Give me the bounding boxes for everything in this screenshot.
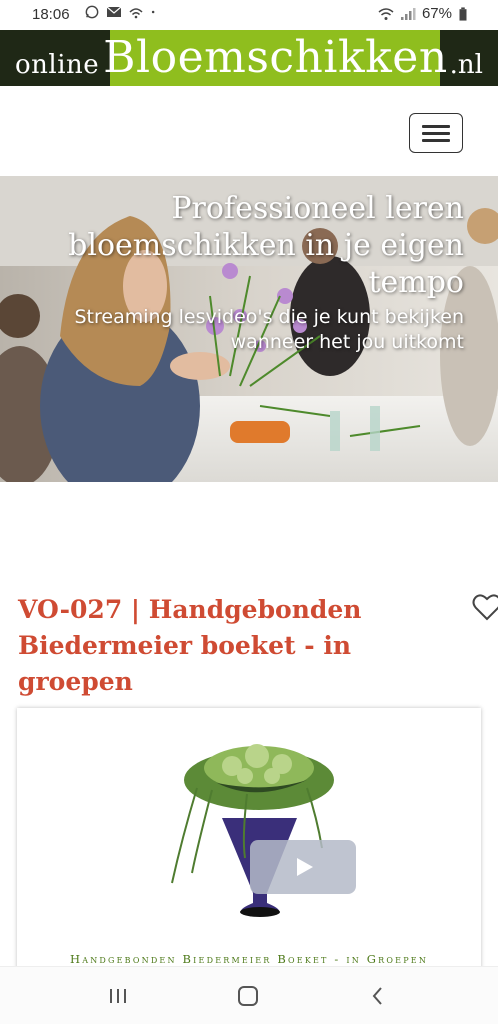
- video-caption: Handgebonden Biedermeier Boeket - in Gro…: [69, 952, 429, 966]
- logo-main: Bloemschikken: [103, 32, 448, 83]
- bouquet-image: [171, 744, 334, 917]
- home-icon[interactable]: [236, 984, 260, 1008]
- video-player[interactable]: Handgebonden Biedermeier Boeket - in Gro…: [17, 708, 481, 978]
- hero-subtitle-line: wanneer het jou uitkomt: [230, 331, 464, 353]
- battery-icon: [459, 6, 467, 21]
- wifi-calling-icon: [129, 8, 143, 19]
- logo-nl: .nl: [449, 50, 483, 80]
- site-logo[interactable]: online Bloemschikken .nl: [0, 30, 498, 86]
- hamburger-menu-icon[interactable]: [409, 113, 463, 153]
- logo-text: online Bloemschikken .nl: [0, 30, 498, 86]
- hero-text: Professioneel leren bloemschikken in je …: [68, 190, 464, 355]
- back-icon[interactable]: [366, 984, 390, 1008]
- status-bar: 18:06 67%: [0, 0, 498, 30]
- android-nav-bar: [0, 966, 498, 1024]
- signal-icon: [400, 7, 416, 20]
- nav-bar: [0, 86, 498, 176]
- battery-percent: 67%: [421, 5, 452, 22]
- hamburger-line: [422, 125, 450, 128]
- hamburger-line: [422, 132, 450, 135]
- hero-subtitle-line: Streaming lesvideo's die je kunt bekijke…: [74, 306, 464, 328]
- hero-title-line: tempo: [368, 265, 464, 300]
- dot-icon: [151, 10, 155, 14]
- product-title: VO-027 | Handgebonden Biedermeier boeket…: [18, 595, 362, 696]
- hero-subtitle: Streaming lesvideo's die je kunt bekijke…: [68, 305, 464, 355]
- logo-online: online: [15, 50, 100, 80]
- mail-icon: [106, 6, 122, 17]
- heart-outline-icon[interactable]: [472, 592, 498, 622]
- whatsapp-icon: [85, 5, 99, 19]
- hero-banner: Professioneel leren bloemschikken in je …: [0, 176, 498, 482]
- notification-icons: [84, 5, 160, 19]
- hero-title: Professioneel leren bloemschikken in je …: [68, 190, 464, 301]
- status-time: 18:06: [32, 6, 70, 23]
- play-button[interactable]: [250, 840, 356, 894]
- hero-title-line: Professioneel leren: [171, 191, 464, 226]
- hamburger-line: [422, 139, 450, 142]
- system-icons: 67%: [378, 5, 468, 22]
- play-icon: [297, 858, 313, 876]
- wifi-icon: [378, 7, 394, 20]
- recent-apps-icon[interactable]: [106, 984, 130, 1008]
- hero-title-line: bloemschikken in je eigen: [68, 228, 464, 263]
